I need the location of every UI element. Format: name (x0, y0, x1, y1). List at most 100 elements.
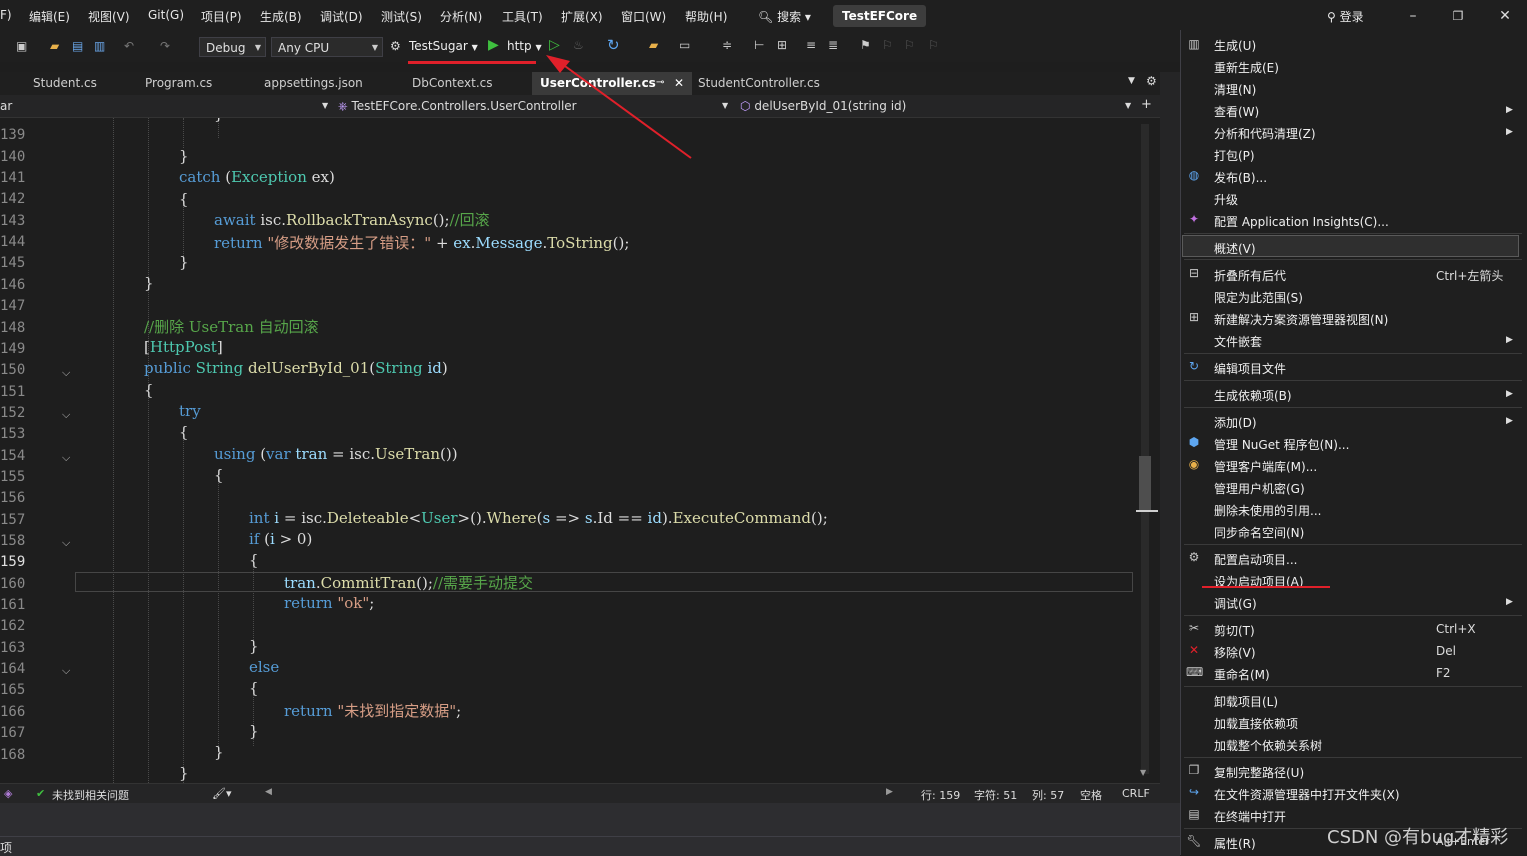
menu-item-build[interactable]: 生成(U) (1214, 37, 1256, 54)
menu-item-rebuild[interactable]: 重新生成(E) (1214, 59, 1279, 76)
run-without-debug-icon[interactable]: ▷ (549, 37, 560, 53)
bookmark-clear-icon[interactable]: ⚐ (928, 38, 939, 52)
menu-tools[interactable]: 工具(T) (502, 8, 543, 25)
menu-extensions[interactable]: 扩展(X) (561, 8, 603, 25)
menu-item-collapse-all[interactable]: 折叠所有后代 (1214, 267, 1286, 284)
menu-item-upgrade[interactable]: 升级 (1214, 191, 1238, 208)
menu-item-open-folder[interactable]: 在文件资源管理器中打开文件夹(X) (1214, 786, 1400, 803)
login-button[interactable]: ⚲ 登录 (1327, 8, 1364, 25)
intellicode-icon[interactable]: ◈ (4, 787, 12, 800)
bookmark-icon[interactable]: ⚑ (860, 38, 871, 52)
menu-item-pack[interactable]: 打包(P) (1214, 147, 1255, 164)
menu-item-unload[interactable]: 卸载项目(L) (1214, 693, 1278, 710)
menu-item-remove[interactable]: 移除(V) (1214, 644, 1256, 661)
format-icon[interactable]: ≑ (722, 38, 732, 52)
vertical-scrollbar[interactable]: ▼ (1136, 118, 1160, 783)
scroll-thumb[interactable] (1139, 456, 1151, 512)
menu-item-edit-project[interactable]: 编辑项目文件 (1214, 360, 1286, 377)
project-dropdown[interactable]: ar ▼ (0, 95, 330, 117)
menu-item-analyze[interactable]: 分析和代码清理(Z) (1214, 125, 1316, 142)
fold-toggle-icon[interactable]: ⌵ (62, 451, 70, 465)
code-editor[interactable]: 138 139 140 141 142 143 144 145 146 147 148 149 150 1… (0, 118, 1160, 783)
bookmark-next-icon[interactable]: ⚐ (904, 38, 915, 52)
menu-test[interactable]: 测试(S) (381, 8, 422, 25)
scroll-left-icon[interactable]: ◀ (265, 787, 272, 797)
refresh-icon[interactable]: ↻ (607, 36, 620, 54)
launch-profile-dropdown[interactable]: http ▼ (507, 39, 542, 53)
step-icon[interactable]: ⊢ (754, 38, 764, 52)
menu-analyze[interactable]: 分析(N) (440, 8, 482, 25)
redo-icon[interactable]: ↷ (160, 39, 176, 55)
brush-icon[interactable]: 🖌︎▾ (212, 787, 232, 800)
menu-project[interactable]: 项目(P) (201, 8, 242, 25)
maximize-button[interactable]: ❐ (1443, 6, 1473, 26)
menu-item-copy-path[interactable]: 复制完整路径(U) (1214, 764, 1304, 781)
layout-icon[interactable]: ▭ (679, 38, 690, 52)
col-indicator[interactable]: 列: 57 (1032, 787, 1064, 803)
menu-view[interactable]: 视图(V) (88, 8, 130, 25)
new-item-icon[interactable]: ▣ (16, 39, 32, 55)
menu-debug[interactable]: 调试(D) (320, 8, 363, 25)
eol-indicator[interactable]: CRLF (1122, 787, 1150, 800)
fold-toggle-icon[interactable]: ⌵ (62, 366, 70, 380)
menu-item-properties[interactable]: 属性(R) (1214, 835, 1256, 852)
split-editor-icon[interactable]: + (1141, 97, 1152, 112)
menu-item-load-tree[interactable]: 加载整个依赖关系树 (1214, 737, 1322, 754)
comment-icon[interactable]: ≡ (806, 38, 816, 52)
menu-item-configure-startup[interactable]: 配置启动项目... (1214, 551, 1297, 568)
minimize-button[interactable]: – (1398, 6, 1428, 26)
startup-project-dropdown[interactable]: TestSugar ▼ (409, 39, 478, 53)
menu-item-user-secrets[interactable]: 管理用户机密(G) (1214, 480, 1305, 497)
platform-dropdown[interactable]: Any CPU ▼ (271, 37, 383, 57)
menu-item-cut[interactable]: 剪切(T) (1214, 622, 1255, 639)
whitespace-indicator[interactable]: 空格 (1080, 787, 1102, 803)
menu-item-debug[interactable]: 调试(G) (1214, 595, 1257, 612)
scroll-down-icon[interactable]: ▼ (1140, 768, 1146, 777)
tab-program[interactable]: Program.cs (137, 72, 256, 95)
open-folder-icon[interactable]: ▰ (50, 39, 66, 55)
fold-toggle-icon[interactable]: ⌵ (62, 664, 70, 678)
menu-item-publish[interactable]: 发布(B)... (1214, 169, 1267, 186)
hot-reload-icon[interactable]: ♨ (573, 38, 584, 52)
char-indicator[interactable]: 字符: 51 (974, 787, 1017, 803)
menu-item-build-deps[interactable]: 生成依赖项(B) (1214, 387, 1292, 404)
menu-file[interactable]: F) (0, 8, 12, 22)
member-dropdown[interactable]: ⬡ delUserById_01(string id) ▼ (740, 95, 1135, 117)
tab-studentcontroller[interactable]: StudentController.cs (690, 72, 860, 95)
menu-item-client-libs[interactable]: 管理客户端库(M)... (1214, 458, 1317, 475)
menu-item-clean[interactable]: 清理(N) (1214, 81, 1256, 98)
search-button[interactable]: 🔍︎ 搜索 ▾ (758, 8, 811, 25)
line-indicator[interactable]: 行: 159 (921, 787, 960, 803)
menu-item-scope[interactable]: 限定为此范围(S) (1214, 289, 1303, 306)
split-icon[interactable]: ⊞ (777, 38, 787, 52)
menu-edit[interactable]: 编辑(E) (29, 8, 70, 25)
menu-item-new-view[interactable]: 新建解决方案资源管理器视图(N) (1214, 311, 1388, 328)
menu-item-sync-namespaces[interactable]: 同步命名空间(N) (1214, 524, 1304, 541)
tab-appsettings[interactable]: appsettings.json (256, 72, 404, 95)
folder-icon[interactable]: ▰ (649, 38, 658, 52)
menu-build[interactable]: 生成(B) (260, 8, 302, 25)
menu-item-file-nesting[interactable]: 文件嵌套 (1214, 333, 1262, 350)
tab-dbcontext[interactable]: DbContext.cs (404, 72, 532, 95)
menu-item-view[interactable]: 查看(W) (1214, 103, 1259, 120)
fold-toggle-icon[interactable]: ⌵ (62, 536, 70, 550)
menu-item-remove-unused[interactable]: 删除未使用的引用... (1214, 502, 1321, 519)
menu-item-app-insights[interactable]: 配置 Application Insights(C)... (1214, 213, 1389, 230)
gear-icon[interactable]: ⚙ (1146, 74, 1157, 88)
fold-toggle-icon[interactable]: ⌵ (62, 408, 70, 422)
menu-item-overview[interactable]: 概述(V) (1214, 240, 1256, 257)
menu-item-terminal[interactable]: 在终端中打开 (1214, 808, 1286, 825)
issues-label[interactable]: 未找到相关问题 (52, 787, 129, 803)
run-icon[interactable]: ▶ (488, 37, 499, 53)
scroll-right-icon[interactable]: ▶ (886, 787, 893, 797)
uncomment-icon[interactable]: ≣ (828, 38, 838, 52)
menu-item-rename[interactable]: 重命名(M) (1214, 666, 1270, 683)
save-all-icon[interactable]: ▥ (94, 39, 110, 55)
menu-window[interactable]: 窗口(W) (621, 8, 666, 25)
menu-item-nuget[interactable]: 管理 NuGet 程序包(N)... (1214, 436, 1349, 453)
close-button[interactable]: ✕ (1490, 6, 1520, 26)
menu-git[interactable]: Git(G) (148, 8, 184, 22)
config-dropdown[interactable]: Debug ▼ (199, 37, 266, 57)
menu-item-add[interactable]: 添加(D) (1214, 414, 1257, 431)
menu-item-load-direct[interactable]: 加载直接依赖项 (1214, 715, 1298, 732)
